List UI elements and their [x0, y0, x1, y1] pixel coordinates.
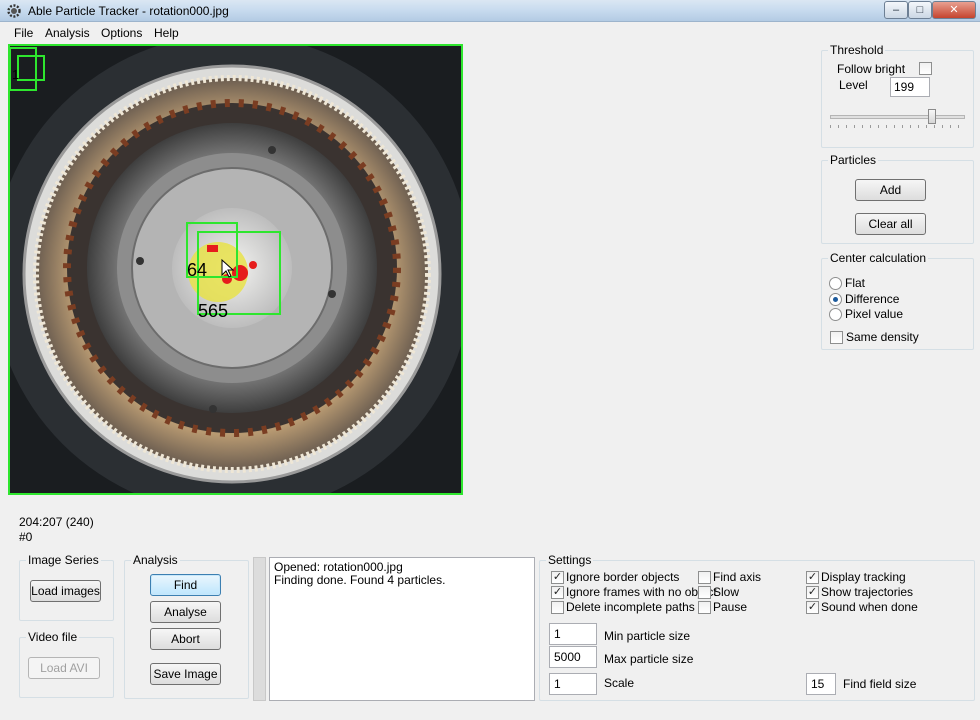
threshold-group: Threshold Follow bright Level 199 [821, 43, 974, 148]
max-size-input[interactable]: 5000 [549, 646, 597, 668]
show-trajectories-label: Show trajectories [821, 585, 914, 599]
find-button[interactable]: Find [150, 574, 221, 596]
scale-label: Scale [604, 676, 635, 690]
radio-pixel-value-label: Pixel value [845, 307, 904, 321]
menu-bar: File Analysis Options Help [0, 22, 980, 43]
image-series-group: Image Series Load images [19, 553, 114, 621]
slow-label: Slow [713, 585, 740, 599]
min-size-label: Min particle size [604, 629, 691, 643]
level-slider-track[interactable] [830, 115, 965, 119]
particle-mark [249, 261, 257, 269]
image-viewport[interactable]: 64 565 1 [8, 44, 463, 495]
min-size-input[interactable]: 1 [549, 623, 597, 645]
analyse-button[interactable]: Analyse [150, 601, 221, 623]
particle-label: 64 [187, 260, 207, 280]
settings-group: Settings ✓ Ignore border objects ✓ Ignor… [539, 553, 975, 701]
load-images-button[interactable]: Load images [30, 580, 101, 602]
follow-bright-checkbox[interactable] [919, 62, 932, 75]
maximize-button[interactable]: □ [908, 1, 932, 19]
show-trajectories-checkbox[interactable]: ✓ [806, 586, 819, 599]
particle-label: 565 [198, 301, 228, 321]
log-output[interactable]: Opened: rotation000.jpg Finding done. Fo… [269, 557, 535, 701]
settings-title: Settings [546, 553, 594, 567]
menu-file[interactable]: File [14, 26, 33, 40]
radio-flat[interactable] [829, 277, 842, 290]
find-field-input[interactable]: 15 [806, 673, 836, 695]
display-tracking-checkbox[interactable]: ✓ [806, 571, 819, 584]
delete-incomplete-checkbox[interactable] [551, 601, 564, 614]
radio-difference[interactable] [829, 293, 842, 306]
log-line: Finding done. Found 4 particles. [274, 573, 446, 587]
clear-all-button[interactable]: Clear all [855, 213, 926, 235]
video-file-title: Video file [26, 630, 80, 644]
threshold-title: Threshold [828, 43, 886, 57]
load-avi-button[interactable]: Load AVI [28, 657, 100, 679]
frame-number: #0 [19, 530, 33, 544]
analysis-title: Analysis [131, 553, 180, 567]
menu-help[interactable]: Help [154, 26, 179, 40]
corner-particle-label: 1 [12, 67, 19, 82]
menu-analysis[interactable]: Analysis [45, 26, 90, 40]
gear-icon [7, 4, 21, 18]
ignore-border-label: Ignore border objects [566, 570, 680, 584]
max-size-label: Max particle size [604, 652, 694, 666]
find-field-label: Find field size [843, 677, 917, 691]
level-label: Level [839, 78, 868, 92]
pause-checkbox[interactable] [698, 601, 711, 614]
level-slider-thumb[interactable] [928, 109, 936, 124]
ignore-frames-label: Ignore frames with no object [566, 585, 717, 599]
window-title: Able Particle Tracker - rotation000.jpg [28, 4, 229, 18]
analysis-group: Analysis Find Analyse Abort Save Image [124, 553, 249, 699]
cursor-coords: 204:207 (240) [19, 515, 94, 529]
display-tracking-label: Display tracking [821, 570, 906, 584]
add-particle-button[interactable]: Add [855, 179, 926, 201]
tracked-image: 64 565 1 [10, 46, 461, 493]
slow-checkbox[interactable] [698, 586, 711, 599]
same-density-label: Same density [846, 330, 919, 344]
center-calculation-group: Center calculation Flat Difference Pixel… [821, 251, 974, 350]
sound-when-done-label: Sound when done [821, 600, 918, 614]
particles-group: Particles Add Clear all [821, 153, 974, 244]
same-density-checkbox[interactable] [830, 331, 843, 344]
particle-mark [207, 245, 218, 252]
find-axis-checkbox[interactable] [698, 571, 711, 584]
title-bar: Able Particle Tracker - rotation000.jpg … [0, 0, 980, 22]
minimize-button[interactable]: – [884, 1, 908, 19]
abort-button[interactable]: Abort [150, 628, 221, 650]
slider-ticks [830, 125, 965, 128]
video-file-group: Video file Load AVI [19, 630, 114, 698]
level-input[interactable]: 199 [890, 77, 930, 97]
follow-bright-label: Follow bright [837, 62, 906, 76]
panel-splitter[interactable] [253, 557, 266, 701]
save-image-button[interactable]: Save Image [150, 663, 221, 685]
image-series-title: Image Series [26, 553, 101, 567]
particles-title: Particles [828, 153, 879, 167]
find-axis-label: Find axis [713, 570, 762, 584]
sound-when-done-checkbox[interactable]: ✓ [806, 601, 819, 614]
radio-flat-label: Flat [845, 276, 866, 290]
scale-input[interactable]: 1 [549, 673, 597, 695]
particle-mark [232, 265, 248, 281]
menu-options[interactable]: Options [101, 26, 142, 40]
radio-pixel-value[interactable] [829, 308, 842, 321]
radio-difference-label: Difference [845, 292, 900, 306]
ignore-border-checkbox[interactable]: ✓ [551, 571, 564, 584]
ignore-frames-checkbox[interactable]: ✓ [551, 586, 564, 599]
pause-label: Pause [713, 600, 748, 614]
close-button[interactable]: ✕ [932, 1, 976, 19]
delete-incomplete-label: Delete incomplete paths [566, 600, 695, 614]
center-calc-title: Center calculation [828, 251, 929, 265]
